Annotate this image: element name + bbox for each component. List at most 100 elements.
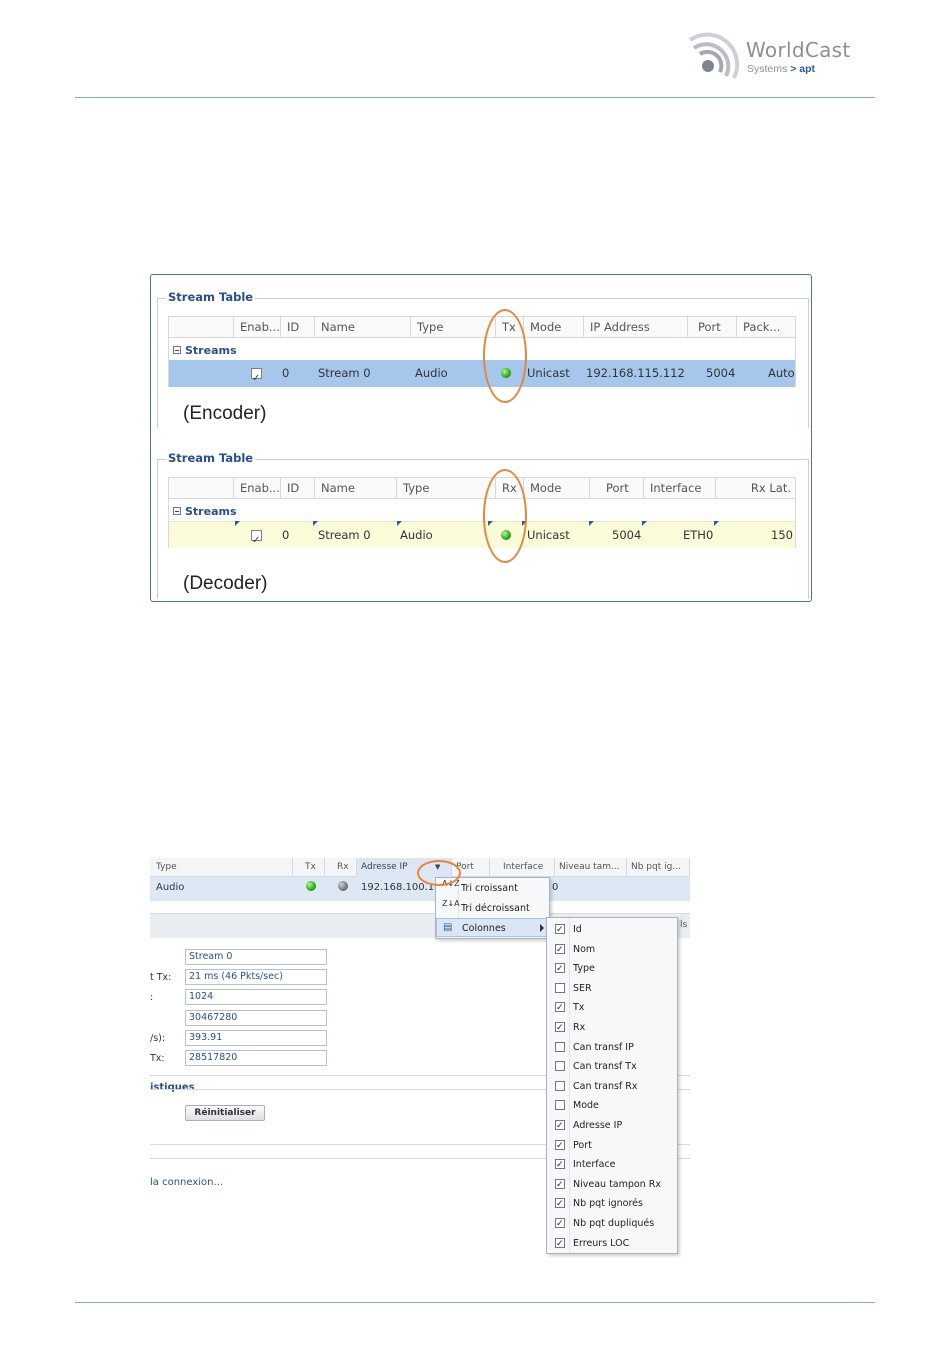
menu-sort-descending[interactable]: Z↓A Tri décroissant [436,899,549,918]
col-interface[interactable]: Interface [490,858,555,877]
dec-cell-type: Audio [400,528,433,542]
column-toggle-item[interactable]: Nb pqt ignorés [547,1194,677,1215]
decoder-legend: Stream Table [166,451,256,465]
enc-col-port[interactable]: Port [687,317,736,338]
status-led-grey-icon [338,881,348,891]
dec-col-enabled[interactable]: Enab... [233,478,280,499]
column-toggle-item[interactable]: Can transf Tx [547,1057,677,1077]
dec-col-rxlat[interactable]: Rx Lat. [715,478,797,499]
collapse-icon[interactable] [173,346,181,354]
menu-columns[interactable]: ▤ Colonnes [436,918,549,937]
col-buffer-level[interactable]: Niveau tam... [555,858,627,877]
encoder-legend: Stream Table [166,290,256,304]
dec-col-mode[interactable]: Mode [523,478,589,499]
col-tx[interactable]: Tx [293,858,325,877]
checkbox-checked-icon[interactable] [555,1019,565,1039]
column-toggle-item[interactable]: Rx [547,1018,677,1039]
checkbox-unchecked-icon[interactable] [555,1100,565,1111]
enc-enabled-checkbox[interactable] [245,360,262,392]
enc-col-pack[interactable]: Pack... [736,317,797,338]
column-toggle-item[interactable]: Adresse IP [547,1116,677,1137]
column-toggle-item[interactable]: Erreurs LOC [547,1234,677,1254]
encoder-group-streams[interactable]: Streams [169,338,795,360]
column-toggle-item[interactable]: Nom [547,940,677,960]
checkbox-unchecked-icon[interactable] [555,1041,565,1052]
checkbox-checked-icon[interactable] [555,960,565,980]
enc-col-mode[interactable]: Mode [523,317,583,338]
column-toggle-item[interactable]: Id [547,920,677,941]
enc-cell-type: Audio [415,366,448,380]
encoder-stream-row[interactable]: 0 Stream 0 Audio Unicast 192.168.115.112… [169,360,795,392]
checkbox-unchecked-icon[interactable] [555,982,565,993]
dec-col-id[interactable]: ID [280,478,314,499]
tx-delay-field[interactable]: 21 ms (46 Pkts/sec) [185,969,327,985]
column-toggle-item[interactable]: Mode [547,1096,677,1116]
sort-desc-icon: Z↓A [442,899,460,908]
connection-link[interactable]: la connexion... [150,1177,223,1188]
checkbox-unchecked-icon[interactable] [555,1080,565,1091]
stream-name-field[interactable]: Stream 0 [185,949,327,965]
grid-data-row[interactable]: Audio 192.168.100.13 0 [150,877,690,901]
checkbox-checked-icon[interactable] [555,1176,565,1195]
checkbox-checked-icon[interactable] [555,1117,565,1137]
stream-table-figure: Stream Table Enab... ID Name Type Tx Mod… [150,274,812,602]
checkbox-checked-icon[interactable] [555,941,565,960]
checkbox-checked-icon[interactable] [555,999,565,1019]
tx-count-field[interactable]: 28517820 [185,1050,327,1066]
column-toggle-item[interactable]: Port [547,1136,677,1156]
reset-button[interactable]: Réinitialiser [185,1105,265,1121]
column-toggle-label: Rx [573,1022,586,1033]
checkbox-checked-icon[interactable] [555,1235,565,1254]
columns-icon: ▤ [443,922,453,933]
menu-sort-ascending-label: Tri croissant [461,883,518,894]
column-toggle-item[interactable]: Can transf IP [547,1038,677,1058]
dec-col-type[interactable]: Type [396,478,495,499]
field-label-tx-count: Tx: [150,1053,165,1064]
enc-col-enabled[interactable]: Enab... [233,317,280,338]
column-toggle-label: Nom [573,943,596,955]
column-toggle-label: Interface [573,1159,616,1171]
dirty-marker-icon [589,521,594,526]
col-type[interactable]: Type [150,858,293,877]
column-toggle-item[interactable]: Can transf Rx [547,1077,677,1097]
encoder-group-label: Streams [185,344,237,357]
enc-col-type[interactable]: Type [410,317,495,338]
column-menu-figure: Type Tx Rx Adresse IP ▼ Port Interface Ni… [150,858,690,1258]
col-ignored-packets[interactable]: Nb pqt ig... [627,858,690,877]
column-toggle-item[interactable]: Type [547,959,677,980]
checkbox-checked-icon[interactable] [251,527,262,554]
col-rx[interactable]: Rx [325,858,357,877]
column-toggle-item[interactable]: SER [547,979,677,999]
rate-field[interactable]: 393.91 [185,1030,327,1046]
dec-col-name[interactable]: Name [314,478,396,499]
packet-size-field[interactable]: 1024 [185,989,327,1005]
checkbox-checked-icon[interactable] [555,921,565,941]
enc-col-name[interactable]: Name [314,317,410,338]
column-toggle-item[interactable]: Niveau tampon Rx [547,1175,677,1195]
dec-enabled-checkbox[interactable] [245,522,262,554]
collapse-icon[interactable] [173,507,181,515]
checkbox-checked-icon[interactable] [555,1156,565,1176]
checkbox-checked-icon[interactable] [555,1195,565,1215]
enc-col-ip[interactable]: IP Address [583,317,687,338]
enc-col-id[interactable]: ID [280,317,314,338]
column-toggle-item[interactable]: Nb pqt dupliqués [547,1214,677,1235]
column-toggle-item[interactable]: Interface [547,1155,677,1176]
dec-cell-id: 0 [282,528,290,542]
field-label-tx-delay: t Tx: [150,972,172,983]
checkbox-checked-icon[interactable] [555,1215,565,1235]
decoder-stream-row[interactable]: 0 Stream 0 Audio Unicast 5004 ETH0 150 [169,521,795,554]
checkbox-checked-icon[interactable] [555,1137,565,1156]
bytes-field[interactable]: 30467280 [185,1010,327,1026]
checkbox-checked-icon[interactable] [251,365,262,392]
dirty-marker-icon [714,521,719,526]
col-ip-label: Adresse IP [361,862,408,872]
dec-col-port[interactable]: Port [589,478,643,499]
logo-sub-plain: Systems [747,63,791,75]
menu-columns-label: Colonnes [462,923,506,934]
column-toggle-item[interactable]: Tx [547,998,677,1019]
dec-col-interface[interactable]: Interface [643,478,715,499]
decoder-group-streams[interactable]: Streams [169,499,795,521]
checkbox-unchecked-icon[interactable] [555,1061,565,1072]
column-toggle-label: Tx [573,1002,585,1014]
